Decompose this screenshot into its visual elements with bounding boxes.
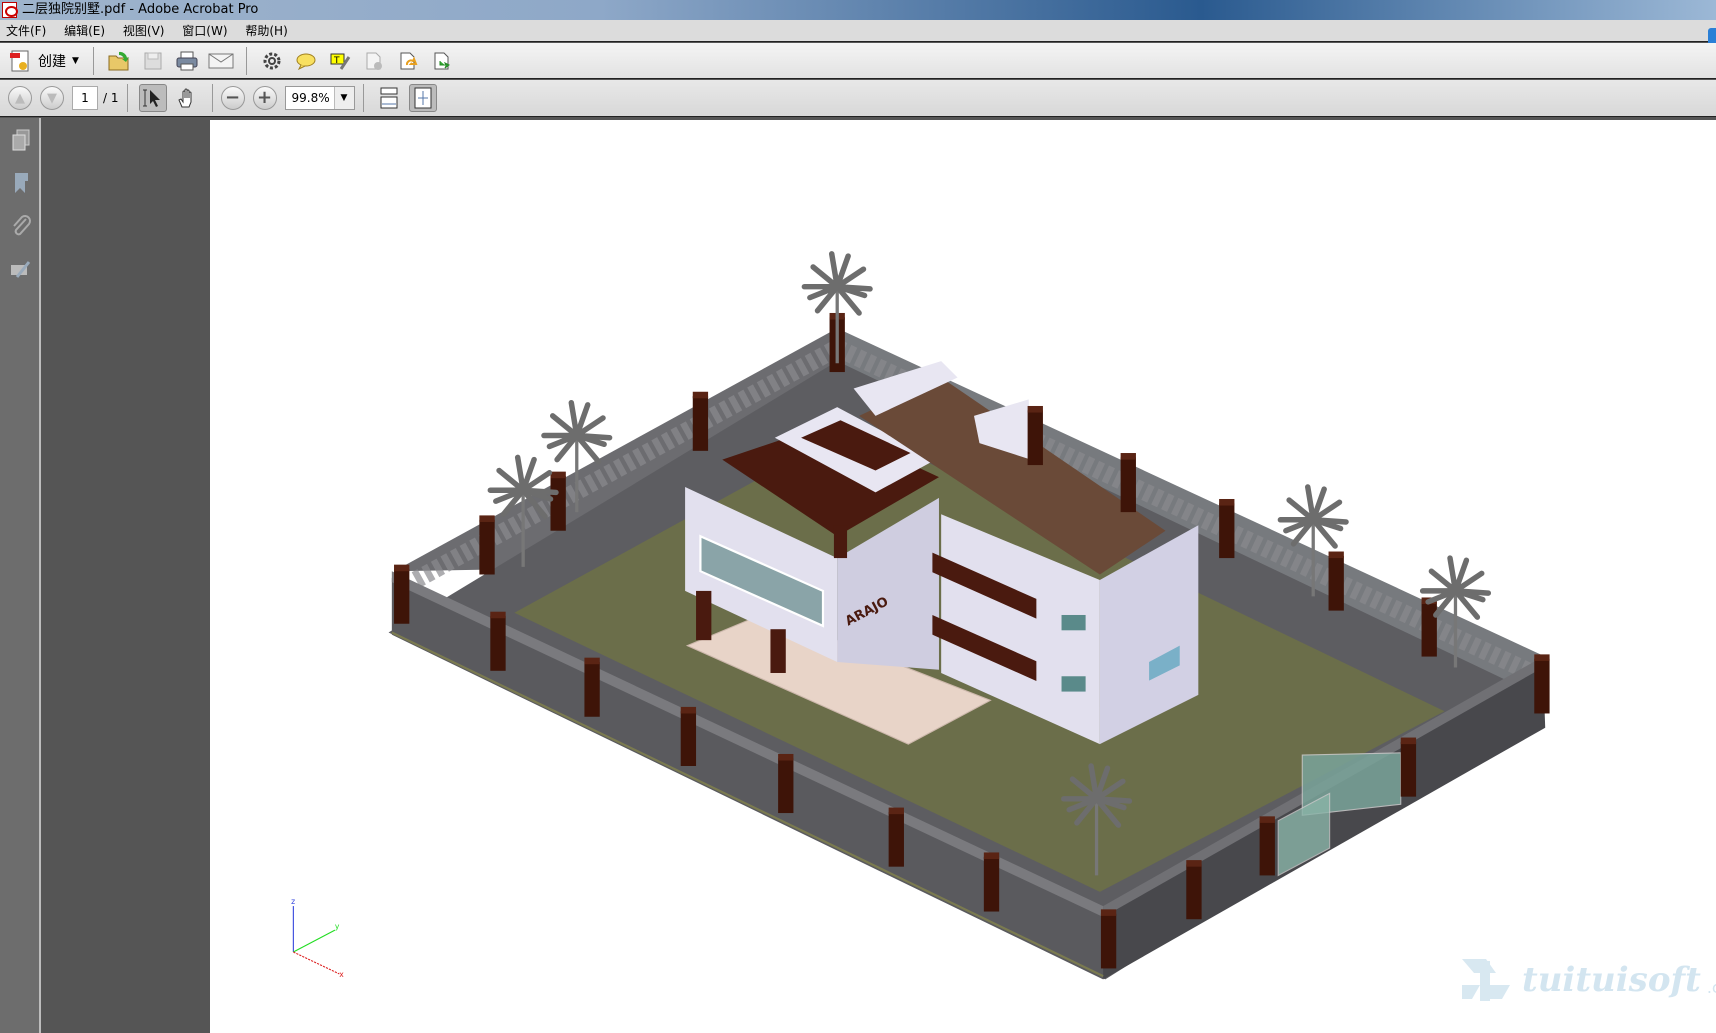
export-icon	[434, 52, 450, 69]
share-button[interactable]	[394, 47, 422, 75]
create-pdf-icon	[10, 50, 29, 71]
zoom-select[interactable]: 99.8% ▼	[284, 86, 355, 110]
chevron-down-icon: ▼	[72, 55, 79, 66]
window-title: 二层独院别墅.pdf - Adobe Acrobat Pro	[22, 2, 259, 17]
bookmarks-icon	[14, 172, 28, 193]
zoom-out-button[interactable]: −	[220, 86, 245, 110]
divider	[245, 46, 247, 75]
create-label: 创建	[38, 53, 66, 70]
navigation-toolbar: ▲ ▼ 1 / 1 − + 99.8% ▼	[0, 80, 1716, 117]
save-button[interactable]	[139, 47, 167, 75]
page-number-input[interactable]: 1	[72, 86, 98, 110]
fit-page-icon	[414, 87, 431, 109]
divider	[126, 84, 128, 112]
bookmarks-panel-button[interactable]	[0, 161, 41, 204]
pdf-page	[210, 120, 1716, 1033]
chevron-down-icon[interactable]: ▼	[333, 87, 354, 109]
paperclip-icon	[12, 214, 31, 235]
divider	[211, 84, 213, 112]
attachments-panel-button[interactable]	[0, 204, 41, 247]
create-button[interactable]: 创建 ▼	[8, 49, 79, 73]
comment-icon	[296, 53, 316, 70]
menu-edit[interactable]: 编辑(E)	[64, 24, 105, 38]
watermark-domain: .com	[1706, 977, 1716, 997]
title-bar: 二层独院别墅.pdf - Adobe Acrobat Pro	[0, 0, 1716, 20]
menu-file[interactable]: 文件(F)	[6, 24, 46, 38]
zoom-in-button[interactable]: +	[252, 86, 277, 110]
fit-width-button[interactable]	[375, 84, 403, 112]
navigation-pane	[0, 118, 41, 1033]
zoom-value: 99.8%	[291, 91, 330, 105]
email-button[interactable]	[207, 47, 235, 75]
print-icon	[176, 51, 198, 70]
pages-icon	[12, 129, 29, 150]
signatures-panel-button[interactable]	[0, 247, 41, 290]
share-icon	[400, 52, 418, 69]
previous-page-button[interactable]: ▲	[8, 86, 32, 110]
watermark-logo-icon	[1462, 959, 1510, 1001]
export-button[interactable]	[428, 47, 456, 75]
secure-icon	[366, 52, 382, 70]
menu-bar: 文件(F) 编辑(E) 视图(V) 窗口(W) 帮助(H)	[0, 20, 1716, 42]
watermark-text: tuituisoft	[1522, 960, 1701, 1000]
hand-icon	[177, 88, 191, 108]
menu-window[interactable]: 窗口(W)	[182, 24, 227, 38]
divider	[362, 84, 364, 112]
open-icon	[108, 51, 129, 70]
next-page-button[interactable]: ▼	[40, 86, 64, 110]
settings-button[interactable]	[258, 47, 286, 75]
menu-view[interactable]: 视图(V)	[123, 24, 165, 38]
email-icon	[208, 53, 234, 68]
svg-text:T: T	[333, 56, 340, 66]
save-icon	[144, 52, 162, 69]
menu-help[interactable]: 帮助(H)	[245, 24, 287, 38]
document-background	[43, 118, 210, 1033]
select-cursor-icon	[142, 89, 160, 107]
open-button[interactable]	[105, 47, 133, 75]
signature-icon	[10, 260, 30, 278]
hand-tool-button[interactable]	[173, 84, 201, 112]
page-total: / 1	[103, 91, 119, 105]
pdf-app-icon	[2, 2, 18, 18]
watermark: tuituisoft .com	[1460, 955, 1716, 1005]
print-button[interactable]	[173, 47, 201, 75]
pages-panel-button[interactable]	[0, 118, 41, 161]
fit-page-button[interactable]	[408, 84, 437, 112]
select-tool-button[interactable]	[138, 84, 167, 112]
comment-button[interactable]	[292, 47, 320, 75]
fit-width-icon	[380, 87, 397, 109]
secure-button[interactable]	[360, 47, 388, 75]
settings-icon	[263, 52, 281, 69]
divider	[92, 46, 94, 75]
highlight-text-button[interactable]: T	[326, 47, 354, 75]
main-toolbar: 创建 ▼ T	[0, 43, 1716, 79]
highlight-text-icon: T	[330, 53, 351, 70]
